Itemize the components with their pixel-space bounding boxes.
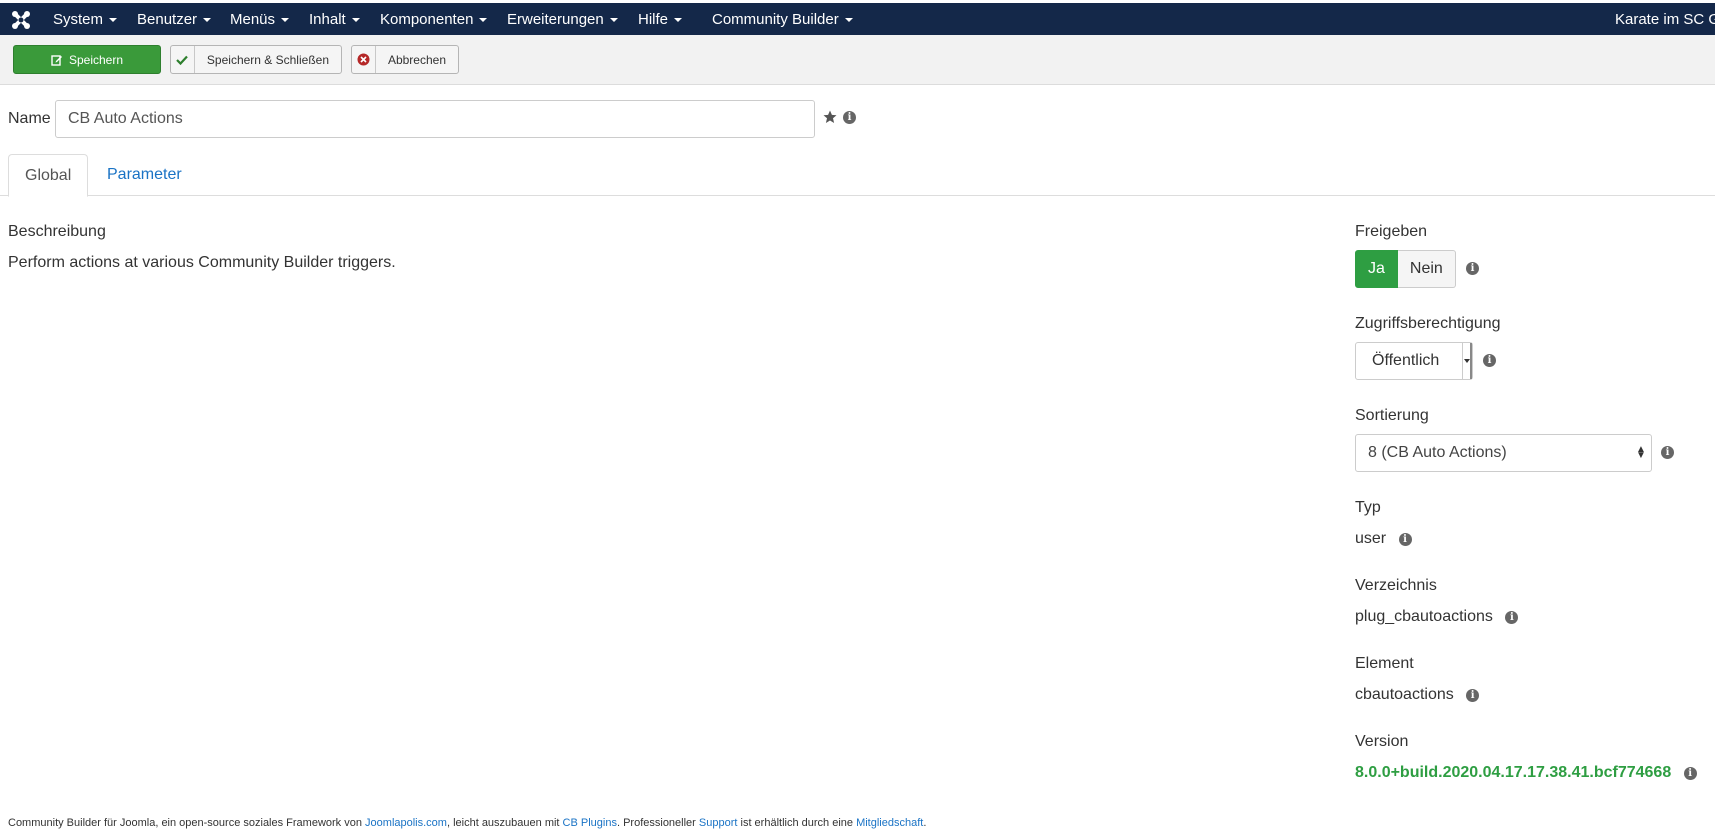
type-value: user — [1355, 530, 1387, 547]
ordering-select[interactable]: 8 (CB Auto Actions) ▲ ▼ — [1355, 434, 1652, 472]
type-label: Typ — [1355, 499, 1381, 516]
access-select[interactable]: Öffentlich — [1355, 342, 1473, 380]
type-info-icon[interactable]: i — [1398, 533, 1412, 546]
type-value-row: user i — [1355, 530, 1412, 548]
version-info-icon[interactable]: i — [1683, 767, 1697, 780]
footer-link-support[interactable]: Support — [699, 817, 738, 829]
caret-down-icon — [609, 18, 618, 23]
menu-benutzer[interactable]: Benutzer — [137, 11, 212, 28]
select-updown-icon: ▲ ▼ — [1636, 444, 1646, 461]
access-info-icon[interactable]: i — [1483, 354, 1496, 367]
cancel-button-label: Abbrechen — [387, 52, 446, 67]
menu-erweiterungen[interactable]: Erweiterungen — [507, 11, 618, 28]
tab-global[interactable]: Global — [8, 154, 89, 197]
ordering-info-icon[interactable]: i — [1661, 446, 1674, 459]
folder-info-icon[interactable]: i — [1505, 611, 1519, 624]
name-info-icon[interactable]: i — [843, 111, 856, 124]
menu-komponenten[interactable]: Komponenten — [380, 11, 488, 28]
enabled-label: Freigeben — [1355, 223, 1428, 240]
enabled-no-option[interactable]: Nein — [1397, 250, 1456, 288]
caret-down-icon — [203, 18, 212, 23]
access-label: Zugriffsberechtigung — [1355, 315, 1501, 332]
check-icon — [171, 46, 195, 73]
caret-down-icon — [351, 18, 360, 23]
star-icon[interactable] — [823, 110, 837, 129]
folder-value-row: plug_cbautoactions i — [1355, 608, 1519, 626]
menu-system[interactable]: System — [53, 11, 118, 28]
description-label: Beschreibung — [8, 223, 106, 240]
menu-community-builder[interactable]: Community Builder — [712, 11, 853, 28]
name-label: Name — [8, 110, 51, 127]
element-info-icon[interactable]: i — [1466, 689, 1480, 702]
caret-down-icon — [109, 18, 118, 23]
menu-inhalt[interactable]: Inhalt — [309, 11, 360, 28]
ordering-value: 8 (CB Auto Actions) — [1368, 444, 1507, 461]
footer-link-cb-plugins[interactable]: CB Plugins — [563, 817, 617, 829]
folder-label: Verzeichnis — [1355, 577, 1437, 594]
caret-down-icon — [281, 18, 290, 23]
version-label: Version — [1355, 733, 1409, 750]
menu-menues[interactable]: Menüs — [230, 11, 290, 28]
access-value: Öffentlich — [1372, 352, 1440, 369]
site-name-link[interactable]: Karate im SC G — [1615, 11, 1715, 28]
caret-down-icon — [479, 18, 488, 23]
version-value: 8.0.0+build.2020.04.17.17.38.41.bcf77466… — [1355, 764, 1672, 781]
caret-down-icon — [844, 18, 853, 23]
save-close-button[interactable]: Speichern & Schließen — [170, 45, 342, 74]
save-button[interactable]: Speichern — [13, 45, 161, 74]
footer-link-membership[interactable]: Mitgliedschaft — [856, 817, 923, 829]
version-value-row: 8.0.0+build.2020.04.17.17.38.41.bcf77466… — [1355, 764, 1697, 782]
footer-credits: Community Builder für Joomla, ein open-s… — [8, 817, 927, 829]
element-value-row: cbautoactions i — [1355, 686, 1480, 704]
enabled-yes-option[interactable]: Ja — [1355, 250, 1398, 288]
name-input[interactable] — [55, 100, 815, 138]
edit-icon — [51, 54, 62, 66]
joomla-logo-icon[interactable] — [10, 9, 32, 31]
footer-link-joomlapolis[interactable]: Joomlapolis.com — [365, 817, 447, 829]
top-navbar: System Benutzer Menüs Inhalt Komponenten… — [0, 0, 1715, 35]
tab-parameter[interactable]: Parameter — [91, 154, 198, 197]
enabled-info-icon[interactable]: i — [1466, 262, 1479, 275]
enabled-toggle[interactable]: Ja Nein — [1355, 250, 1456, 288]
cancel-circle-icon — [352, 46, 376, 73]
tab-bar: Global Parameter — [0, 154, 1715, 197]
cancel-button[interactable]: Abbrechen — [351, 45, 459, 74]
ordering-label: Sortierung — [1355, 407, 1429, 424]
caret-down-icon — [674, 18, 683, 23]
folder-value: plug_cbautoactions — [1355, 608, 1493, 625]
save-close-button-label: Speichern & Schließen — [206, 52, 329, 67]
toolbar: Speichern Speichern & Schließen Abbreche… — [0, 35, 1715, 85]
element-value: cbautoactions — [1355, 686, 1454, 703]
menu-hilfe[interactable]: Hilfe — [638, 11, 683, 28]
description-text: Perform actions at various Community Bui… — [8, 254, 396, 271]
element-label: Element — [1355, 655, 1414, 672]
dropdown-arrow-icon — [1462, 343, 1472, 379]
save-button-label: Speichern — [68, 52, 124, 67]
